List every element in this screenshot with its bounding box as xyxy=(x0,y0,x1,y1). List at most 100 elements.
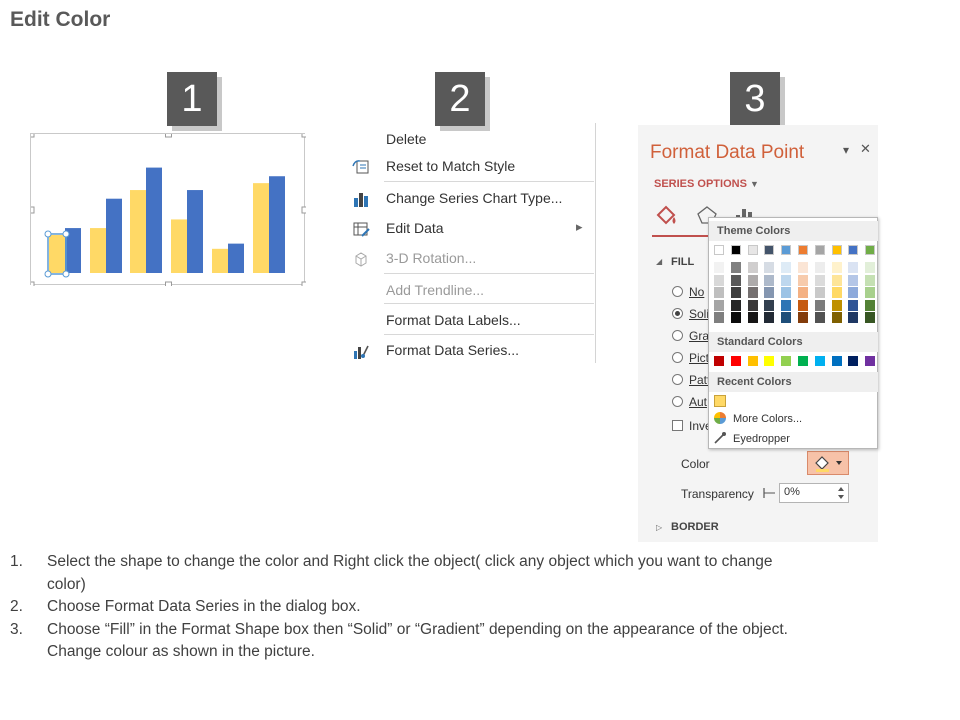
transparency-slider[interactable] xyxy=(762,487,776,499)
theme-shade-swatch[interactable] xyxy=(865,312,876,324)
theme-shade-swatch[interactable] xyxy=(814,287,825,299)
theme-shade-swatch[interactable] xyxy=(730,262,741,273)
checkbox-box[interactable] xyxy=(672,420,683,431)
standard-color-swatch[interactable] xyxy=(764,356,775,366)
radio-button[interactable] xyxy=(672,352,683,363)
blue-bar-3[interactable] xyxy=(146,167,162,273)
theme-shade-swatch[interactable] xyxy=(747,262,758,273)
point-handle-1[interactable] xyxy=(44,230,52,238)
point-handle-4[interactable] xyxy=(62,270,70,278)
blue-bar-6[interactable] xyxy=(269,176,285,273)
theme-color-swatch[interactable] xyxy=(781,245,792,255)
chart-resize-handle-1[interactable] xyxy=(31,134,35,138)
menu-item-edit-data[interactable]: Edit Data ▸ xyxy=(346,214,596,244)
theme-shade-swatch[interactable] xyxy=(831,274,842,286)
invert-if-negative-checkbox[interactable]: Inve xyxy=(672,419,712,433)
collapse-triangle-icon[interactable]: ◢ xyxy=(656,257,662,266)
theme-shade-swatch[interactable] xyxy=(865,287,876,299)
yellow-bar-6[interactable] xyxy=(253,183,269,273)
radio-button[interactable] xyxy=(672,330,683,341)
theme-shade-swatch[interactable] xyxy=(781,274,792,286)
menu-item-add-trendline[interactable]: Add Trendline... xyxy=(346,276,596,306)
theme-shade-swatch[interactable] xyxy=(730,312,741,324)
standard-color-swatch[interactable] xyxy=(798,356,808,366)
eyedropper-item[interactable]: Eyedropper xyxy=(733,433,790,445)
theme-shade-swatch[interactable] xyxy=(814,262,825,273)
theme-color-swatch[interactable] xyxy=(747,245,758,255)
theme-shade-swatch[interactable] xyxy=(747,287,758,299)
chart-resize-handle-5[interactable] xyxy=(301,206,306,214)
border-section-header[interactable]: BORDER xyxy=(671,521,719,533)
theme-shade-swatch[interactable] xyxy=(798,312,808,324)
chart-resize-handle-8[interactable] xyxy=(301,281,306,286)
theme-shade-swatch[interactable] xyxy=(798,274,808,286)
pane-options-dropdown[interactable]: ▾ xyxy=(843,143,849,157)
fill-line-tab-icon[interactable] xyxy=(654,203,680,227)
theme-shade-swatch[interactable] xyxy=(848,299,859,311)
theme-shade-swatch[interactable] xyxy=(831,287,842,299)
theme-color-swatch[interactable] xyxy=(831,245,842,255)
theme-shade-swatch[interactable] xyxy=(747,299,758,311)
theme-shade-swatch[interactable] xyxy=(714,312,724,324)
blue-bar-4[interactable] xyxy=(187,190,203,273)
menu-item-format-data-series[interactable]: Format Data Series... xyxy=(346,336,596,366)
chart-object[interactable] xyxy=(30,133,306,286)
standard-color-swatch[interactable] xyxy=(831,356,842,366)
theme-shade-swatch[interactable] xyxy=(831,262,842,273)
radio-button[interactable] xyxy=(672,308,683,319)
standard-color-swatch[interactable] xyxy=(747,356,758,366)
theme-shade-swatch[interactable] xyxy=(798,299,808,311)
theme-color-swatch[interactable] xyxy=(764,245,775,255)
point-handle-3[interactable] xyxy=(44,270,52,278)
standard-color-swatch[interactable] xyxy=(865,356,876,366)
theme-shade-swatch[interactable] xyxy=(730,274,741,286)
expand-triangle-icon[interactable]: ▷ xyxy=(656,523,662,532)
theme-shade-swatch[interactable] xyxy=(714,262,724,273)
menu-item-3-d-rotation[interactable]: 3-D Rotation... xyxy=(346,244,596,274)
theme-shade-swatch[interactable] xyxy=(730,287,741,299)
standard-color-swatch[interactable] xyxy=(848,356,859,366)
theme-shade-swatch[interactable] xyxy=(781,312,792,324)
fill-color-button[interactable] xyxy=(807,451,849,475)
theme-shade-swatch[interactable] xyxy=(848,262,859,273)
chart-resize-handle-7[interactable] xyxy=(165,281,172,286)
theme-shade-swatch[interactable] xyxy=(865,262,876,273)
yellow-bar-3[interactable] xyxy=(130,190,146,273)
theme-shade-swatch[interactable] xyxy=(848,287,859,299)
theme-color-swatch[interactable] xyxy=(865,245,876,255)
chart-resize-handle-6[interactable] xyxy=(31,281,35,286)
yellow-bar-4[interactable] xyxy=(171,219,187,273)
theme-shade-swatch[interactable] xyxy=(814,299,825,311)
menu-item-format-data-labels[interactable]: Format Data Labels... xyxy=(346,306,596,336)
transparency-spinner[interactable] xyxy=(836,485,846,501)
fill-option-2[interactable]: Soli xyxy=(672,307,709,321)
theme-shade-swatch[interactable] xyxy=(730,299,741,311)
theme-shade-swatch[interactable] xyxy=(714,274,724,286)
theme-shade-swatch[interactable] xyxy=(848,312,859,324)
theme-shade-swatch[interactable] xyxy=(814,274,825,286)
blue-bar-5[interactable] xyxy=(228,243,244,273)
theme-color-swatch[interactable] xyxy=(714,245,724,255)
theme-shade-swatch[interactable] xyxy=(764,299,775,311)
fill-option-6[interactable]: Aut xyxy=(672,395,707,409)
blue-bar-2[interactable] xyxy=(106,198,122,273)
radio-button[interactable] xyxy=(672,396,683,407)
theme-shade-swatch[interactable] xyxy=(747,274,758,286)
theme-color-swatch[interactable] xyxy=(798,245,808,255)
point-handle-2[interactable] xyxy=(62,230,70,238)
fill-option-1[interactable]: No xyxy=(672,285,704,299)
series-options-dropdown[interactable]: SERIES OPTIONS ▼ xyxy=(654,178,759,190)
theme-shade-swatch[interactable] xyxy=(814,312,825,324)
theme-shade-swatch[interactable] xyxy=(714,299,724,311)
radio-button[interactable] xyxy=(672,286,683,297)
theme-shade-swatch[interactable] xyxy=(865,299,876,311)
theme-shade-swatch[interactable] xyxy=(798,287,808,299)
chart-resize-handle-2[interactable] xyxy=(165,134,172,138)
radio-button[interactable] xyxy=(672,374,683,385)
theme-shade-swatch[interactable] xyxy=(747,312,758,324)
menu-item-delete[interactable]: Delete xyxy=(346,125,596,155)
theme-shade-swatch[interactable] xyxy=(764,262,775,273)
fill-option-4[interactable]: Pict xyxy=(672,351,709,365)
theme-shade-swatch[interactable] xyxy=(714,287,724,299)
fill-option-5[interactable]: Patt xyxy=(672,373,710,387)
